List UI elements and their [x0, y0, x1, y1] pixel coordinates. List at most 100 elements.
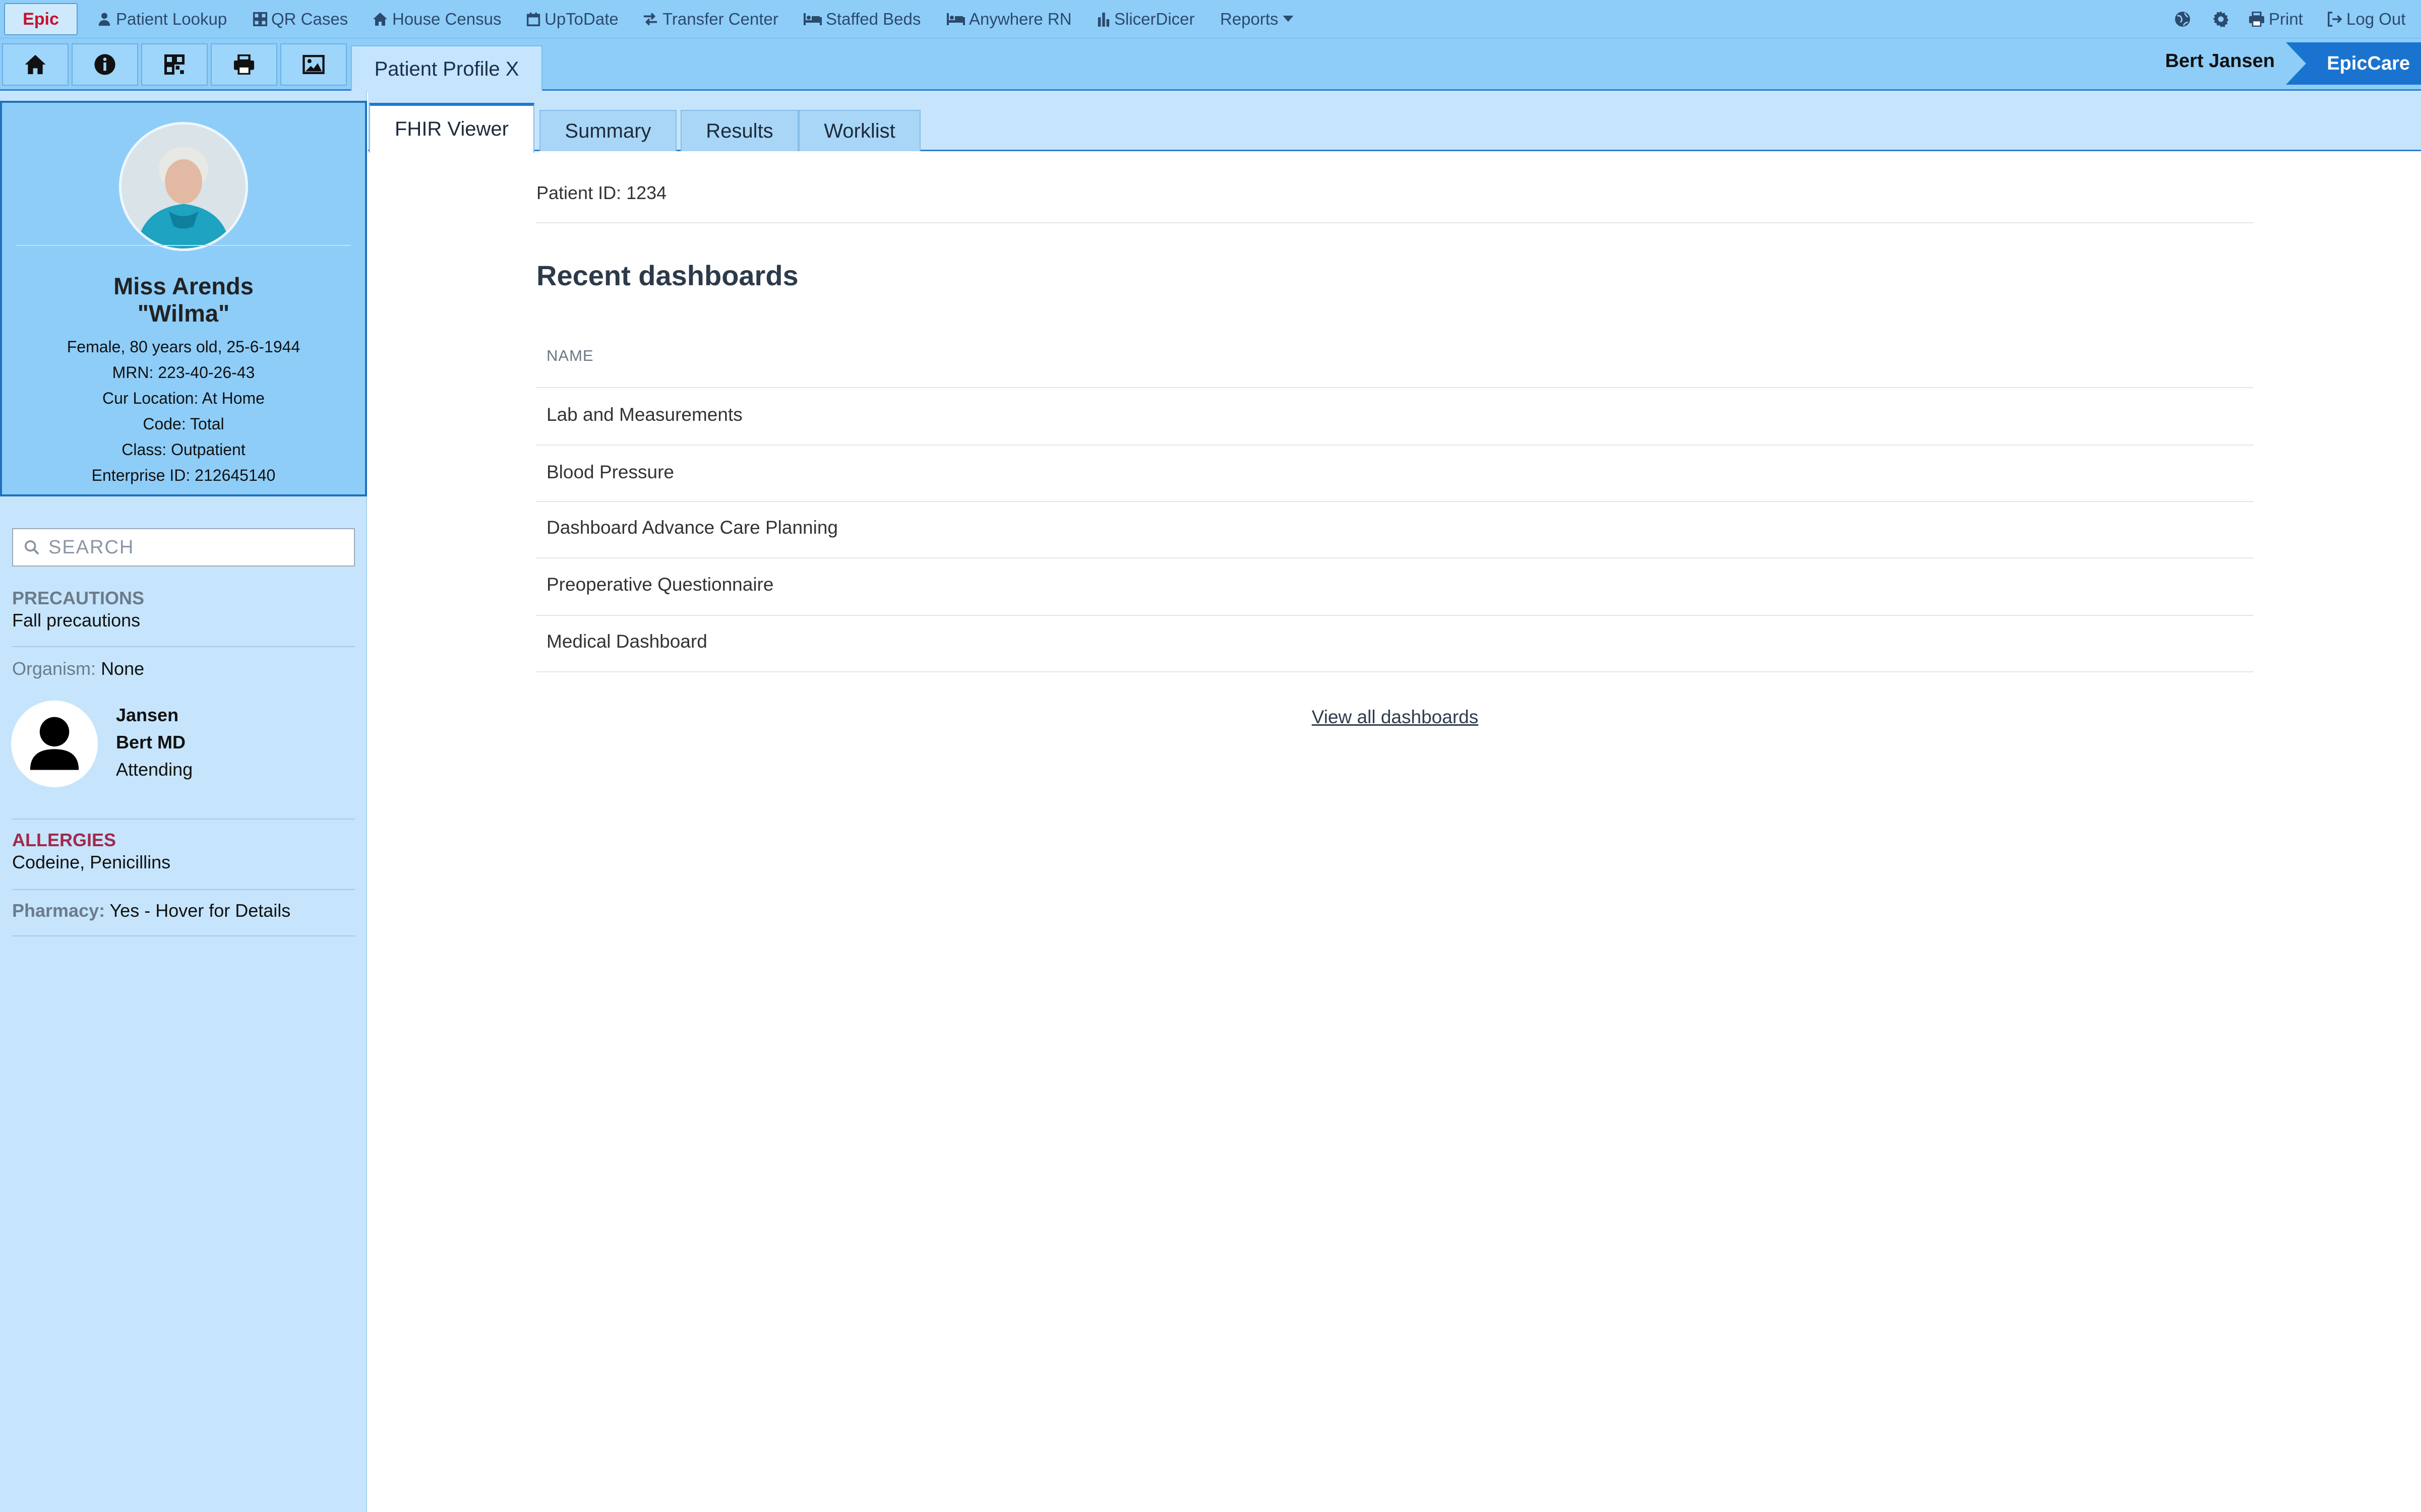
provider-first-name: Bert MD: [116, 732, 186, 752]
patient-location: Cur Location: At Home: [102, 389, 265, 407]
current-user-name: Bert Jansen: [2165, 50, 2275, 72]
tab-fhir-viewer[interactable]: FHIR Viewer: [369, 103, 534, 153]
dashboard-row[interactable]: Medical Dashboard: [547, 631, 707, 652]
qr-code-icon: [164, 54, 185, 75]
menu-label: Staffed Beds: [826, 10, 921, 28]
menu-uptodate[interactable]: UpToDate: [526, 0, 619, 38]
allergies-label: ALLERGIES: [12, 830, 116, 850]
table-divider: [536, 501, 2254, 502]
patient-enterprise-id: Enterprise ID: 212645140: [91, 466, 276, 484]
print-button[interactable]: [211, 43, 277, 86]
pharmacy-value: Yes - Hover for Details: [109, 900, 291, 921]
section-divider: [12, 818, 355, 820]
section-divider: [12, 646, 355, 647]
user-icon: [98, 13, 110, 26]
patient-photo-icon: [122, 124, 246, 248]
patient-class: Class: Outpatient: [122, 440, 246, 459]
provider-avatar[interactable]: [11, 701, 98, 787]
patient-name: Miss Arends: [113, 273, 254, 299]
section-divider: [12, 889, 355, 890]
qr-code-button[interactable]: [141, 43, 208, 86]
allergies-value: Codeine, Penicillins: [12, 852, 171, 872]
bed-icon: [804, 13, 822, 25]
search-placeholder: SEARCH: [48, 536, 135, 558]
image-icon: [302, 55, 325, 74]
organism-label: Organism:: [12, 658, 96, 679]
bed-icon: [947, 13, 965, 25]
recent-dashboards-title: Recent dashboards: [536, 260, 799, 291]
patient-card: Miss Arends "Wilma" Female, 80 years old…: [0, 101, 367, 496]
tab-summary[interactable]: Summary: [539, 110, 677, 151]
view-all-dashboards-link[interactable]: View all dashboards: [536, 707, 2254, 728]
patient-nickname: "Wilma": [137, 300, 230, 327]
printer-icon: [2249, 12, 2264, 27]
precautions-value: Fall precautions: [12, 610, 141, 631]
sidebar-search-input[interactable]: SEARCH: [12, 528, 355, 566]
menu-label: QR Cases: [271, 10, 348, 28]
workspace-toolbar: Patient Profile X Bert Jansen EpicCare: [0, 38, 2421, 92]
bar-chart-icon: [1098, 13, 1110, 27]
patient-avatar: [119, 122, 248, 251]
dashboard-row[interactable]: Lab and Measurements: [547, 404, 743, 425]
patient-sidebar: Miss Arends "Wilma" Female, 80 years old…: [0, 91, 367, 1512]
grid-icon: [253, 12, 267, 26]
menu-label: Anywhere RN: [969, 10, 1072, 28]
logout-icon: [2328, 12, 2342, 27]
tab-worklist[interactable]: Worklist: [799, 110, 921, 151]
menu-transfer-center[interactable]: Transfer Center: [642, 0, 778, 38]
menu-label: Patient Lookup: [116, 10, 227, 28]
patient-id-text: Patient ID: 1234: [536, 182, 667, 203]
table-divider: [536, 671, 2254, 672]
gear-icon: [2213, 11, 2229, 27]
patient-demographics: Female, 80 years old, 25-6-1944: [67, 338, 300, 356]
tab-results[interactable]: Results: [681, 110, 799, 151]
print-label: Print: [2269, 10, 2303, 28]
info-button[interactable]: [72, 43, 138, 86]
epiccare-brand: EpicCare: [2286, 42, 2421, 85]
table-divider: [536, 387, 2254, 388]
pharmacy-row[interactable]: Pharmacy: Yes - Hover for Details: [12, 900, 290, 921]
menu-label: Reports: [1220, 10, 1279, 28]
settings-button[interactable]: [2212, 0, 2233, 38]
logout-label: Log Out: [2346, 10, 2406, 28]
home-button[interactable]: [2, 43, 69, 86]
precautions-label: PRECAUTIONS: [12, 588, 145, 608]
patient-mrn: MRN: 223-40-26-43: [112, 363, 255, 382]
patient-code-status: Code: Total: [143, 415, 224, 433]
dashboard-row[interactable]: Dashboard Advance Care Planning: [547, 517, 838, 538]
print-menu-button[interactable]: Print: [2249, 0, 2303, 38]
menu-label: Transfer Center: [662, 10, 778, 28]
menu-patient-lookup[interactable]: Patient Lookup: [97, 0, 227, 38]
epic-logo-button[interactable]: Epic: [4, 3, 78, 35]
calendar-icon: [526, 12, 540, 26]
provider-role: Attending: [116, 759, 193, 780]
globe-icon: [2175, 12, 2190, 27]
menu-label: House Census: [392, 10, 502, 28]
printer-icon: [234, 54, 254, 75]
menu-anywhere-rn[interactable]: Anywhere RN: [947, 0, 1072, 38]
divider: [536, 222, 2254, 223]
menu-house-census[interactable]: House Census: [372, 0, 501, 38]
menu-label: UpToDate: [544, 10, 619, 28]
content-tabstrip: FHIR Viewer Summary Results Worklist: [368, 91, 2421, 153]
organism-row: Organism: None: [12, 658, 144, 679]
transfer-icon: [643, 13, 657, 26]
table-divider: [536, 557, 2254, 558]
caret-down-icon: [1283, 16, 1294, 22]
table-divider: [536, 615, 2254, 616]
home-icon: [25, 54, 46, 75]
pharmacy-label: Pharmacy:: [12, 900, 105, 921]
image-button[interactable]: [280, 43, 347, 86]
menu-staffed-beds[interactable]: Staffed Beds: [804, 0, 921, 38]
logout-button[interactable]: Log Out: [2326, 0, 2405, 38]
globe-button[interactable]: [2174, 0, 2195, 38]
dashboard-row[interactable]: Preoperative Questionnaire: [547, 574, 773, 595]
dashboard-row[interactable]: Blood Pressure: [547, 462, 674, 483]
home-icon: [373, 13, 387, 26]
top-menu-bar: Epic Patient Lookup QR Cases House Censu…: [0, 0, 2421, 38]
menu-qr-cases[interactable]: QR Cases: [253, 0, 348, 38]
menu-reports[interactable]: Reports: [1220, 0, 1294, 38]
menu-slicerdicer[interactable]: SlicerDicer: [1097, 0, 1195, 38]
organism-value: None: [101, 658, 145, 679]
patient-profile-tab[interactable]: Patient Profile X: [351, 45, 542, 92]
